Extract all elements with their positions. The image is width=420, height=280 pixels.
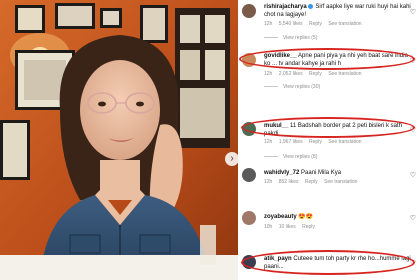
comment-text: Paani Mila Kya	[301, 170, 342, 176]
comment-meta: 12h 2,052 likes Reply See translation	[264, 71, 367, 77]
comment-item: mukul__ 11 Badshah border pat 2 peti bis…	[239, 117, 420, 162]
view-replies-button[interactable]: View replies (5)	[264, 35, 317, 41]
see-translation-link[interactable]: See translation	[324, 179, 357, 185]
comment-time: 12h	[264, 139, 273, 145]
photo-scene	[0, 0, 238, 280]
comment-meta: 12h 1,967 likes Reply See translation	[264, 139, 367, 145]
avatar[interactable]	[242, 168, 256, 182]
comment-text: 😍😍	[298, 214, 314, 220]
comments-panel: rishirajacharya Sirf aapke liye war ruki…	[239, 0, 420, 280]
see-translation-link[interactable]: See translation	[328, 71, 361, 77]
comment-username[interactable]: rishirajacharya	[264, 4, 307, 10]
reply-button[interactable]: Reply	[305, 179, 318, 185]
reply-button[interactable]: Reply	[302, 224, 315, 230]
comment-time: 12h	[264, 21, 273, 27]
comment-item: govidlike__ Apne pani piya ya nhi yeh ba…	[239, 48, 420, 98]
comment-body: rishirajacharya Sirf aapke liye war ruki…	[264, 3, 414, 19]
comment-item: zoyabeauty 😍😍 10h 10 likes Reply ♡	[239, 209, 420, 233]
highlight-circle	[239, 48, 415, 70]
comment-likes[interactable]: 1,967 likes	[279, 139, 303, 145]
highlight-circle	[241, 117, 415, 138]
reply-button[interactable]: Reply	[309, 139, 322, 145]
comment-username[interactable]: zoyabeauty	[264, 214, 297, 220]
verified-badge-icon	[307, 3, 313, 9]
avatar[interactable]	[242, 4, 256, 18]
view-replies-button[interactable]: View replies (8)	[264, 154, 317, 160]
comment-likes[interactable]: 2,052 likes	[279, 71, 303, 77]
comment-meta: 10h 10 likes Reply	[264, 224, 320, 230]
reply-button[interactable]: Reply	[309, 21, 322, 27]
comment-time: 12h	[264, 179, 273, 185]
avatar[interactable]	[242, 211, 256, 225]
comment-item: rishirajacharya Sirf aapke liye war ruki…	[239, 0, 420, 50]
like-heart-icon[interactable]: ♡	[410, 214, 416, 222]
comment-time: 12h	[264, 71, 273, 77]
comment-body: zoyabeauty 😍😍	[264, 213, 414, 221]
comment-likes[interactable]: 5,540 likes	[279, 21, 303, 27]
view-replies-button[interactable]: View replies (30)	[264, 84, 320, 90]
comment-time: 10h	[264, 224, 273, 230]
post-photo: ›	[0, 0, 238, 280]
like-heart-icon[interactable]: ♡	[410, 8, 416, 16]
next-photo-button[interactable]: ›	[225, 152, 238, 166]
comment-item: atik_payn Cuteee tum toh party kr rhe ho…	[239, 250, 420, 280]
comment-username[interactable]: wahidvly_72	[264, 170, 299, 176]
comment-likes[interactable]: 852 likes	[279, 179, 299, 185]
comment-meta: 12h 5,540 likes Reply See translation	[264, 21, 367, 27]
see-translation-link[interactable]: See translation	[328, 139, 361, 145]
see-translation-link[interactable]: See translation	[328, 21, 361, 27]
comment-item: wahidvly_72 Paani Mila Kya 12h 852 likes…	[239, 166, 420, 190]
comment-body: wahidvly_72 Paani Mila Kya	[264, 169, 414, 177]
comment-meta: 12h 852 likes Reply See translation	[264, 179, 362, 185]
comment-likes[interactable]: 10 likes	[279, 224, 296, 230]
like-heart-icon[interactable]: ♡	[410, 171, 416, 179]
screenshot-root: › rishirajacharya Sirf aapke liye war ru…	[0, 0, 420, 280]
reply-button[interactable]: Reply	[309, 71, 322, 77]
highlight-circle	[241, 250, 415, 275]
